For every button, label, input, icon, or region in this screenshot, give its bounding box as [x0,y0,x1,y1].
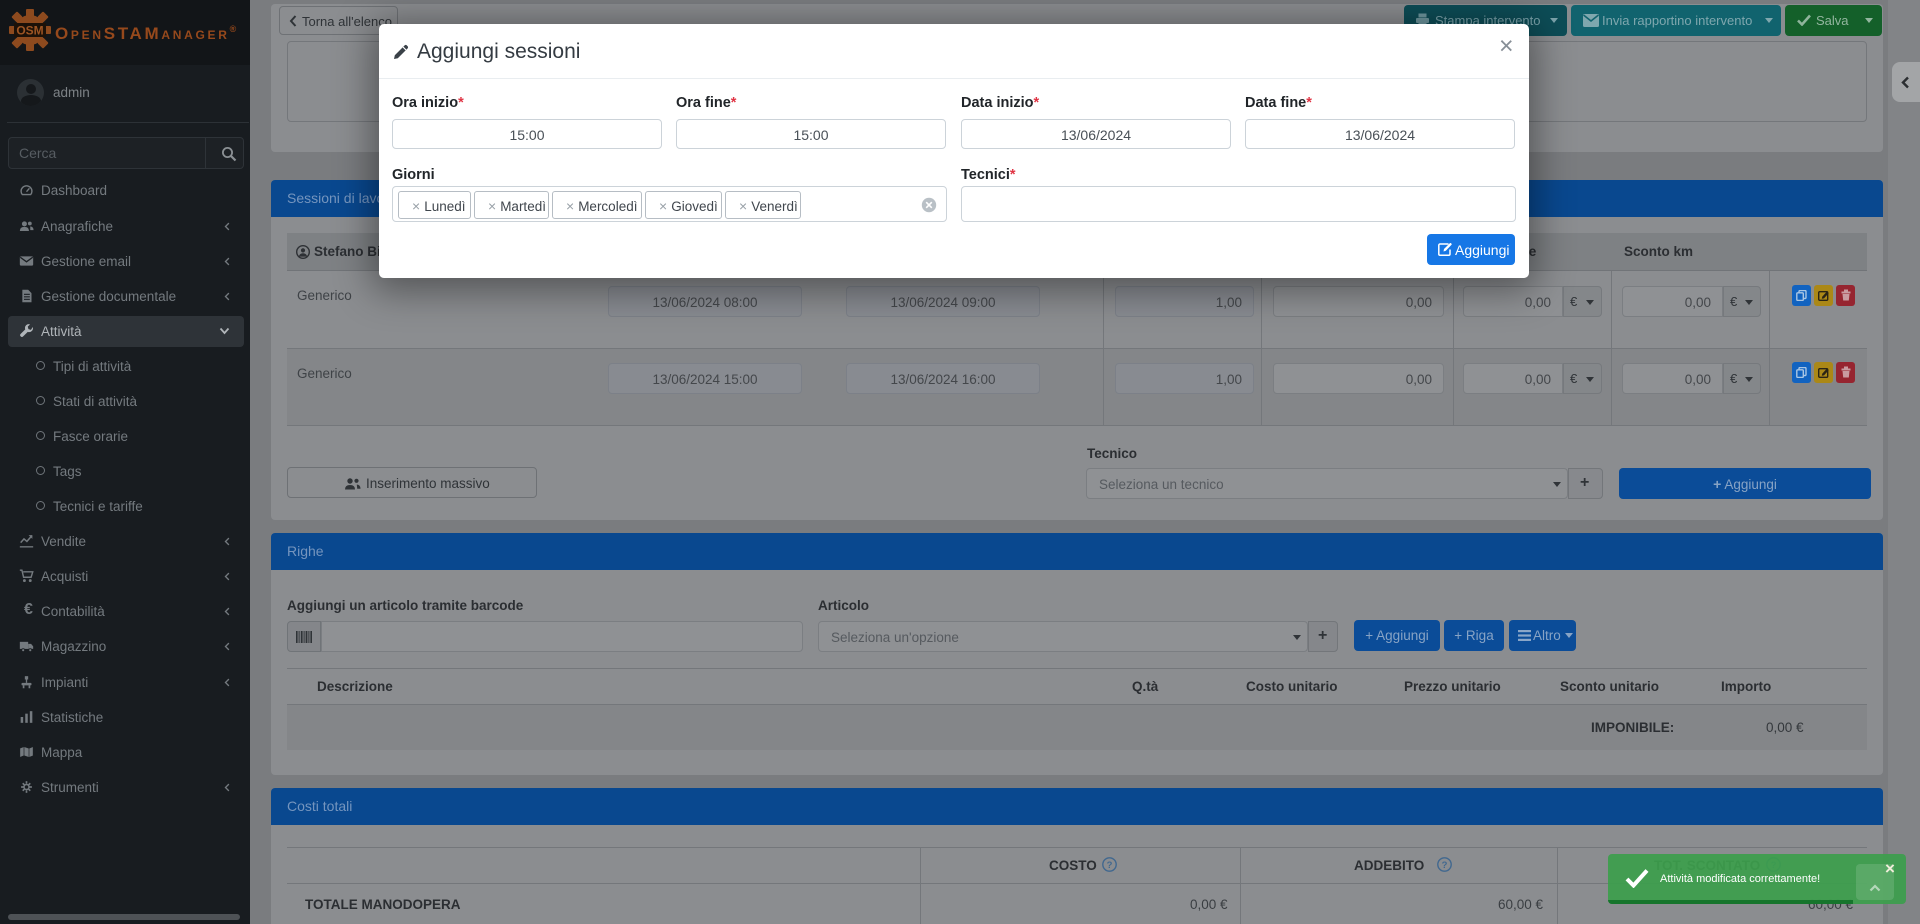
svg-text:?: ? [1442,860,1448,871]
svg-text:OSM: OSM [16,24,43,38]
svg-text:?: ? [1107,860,1113,871]
